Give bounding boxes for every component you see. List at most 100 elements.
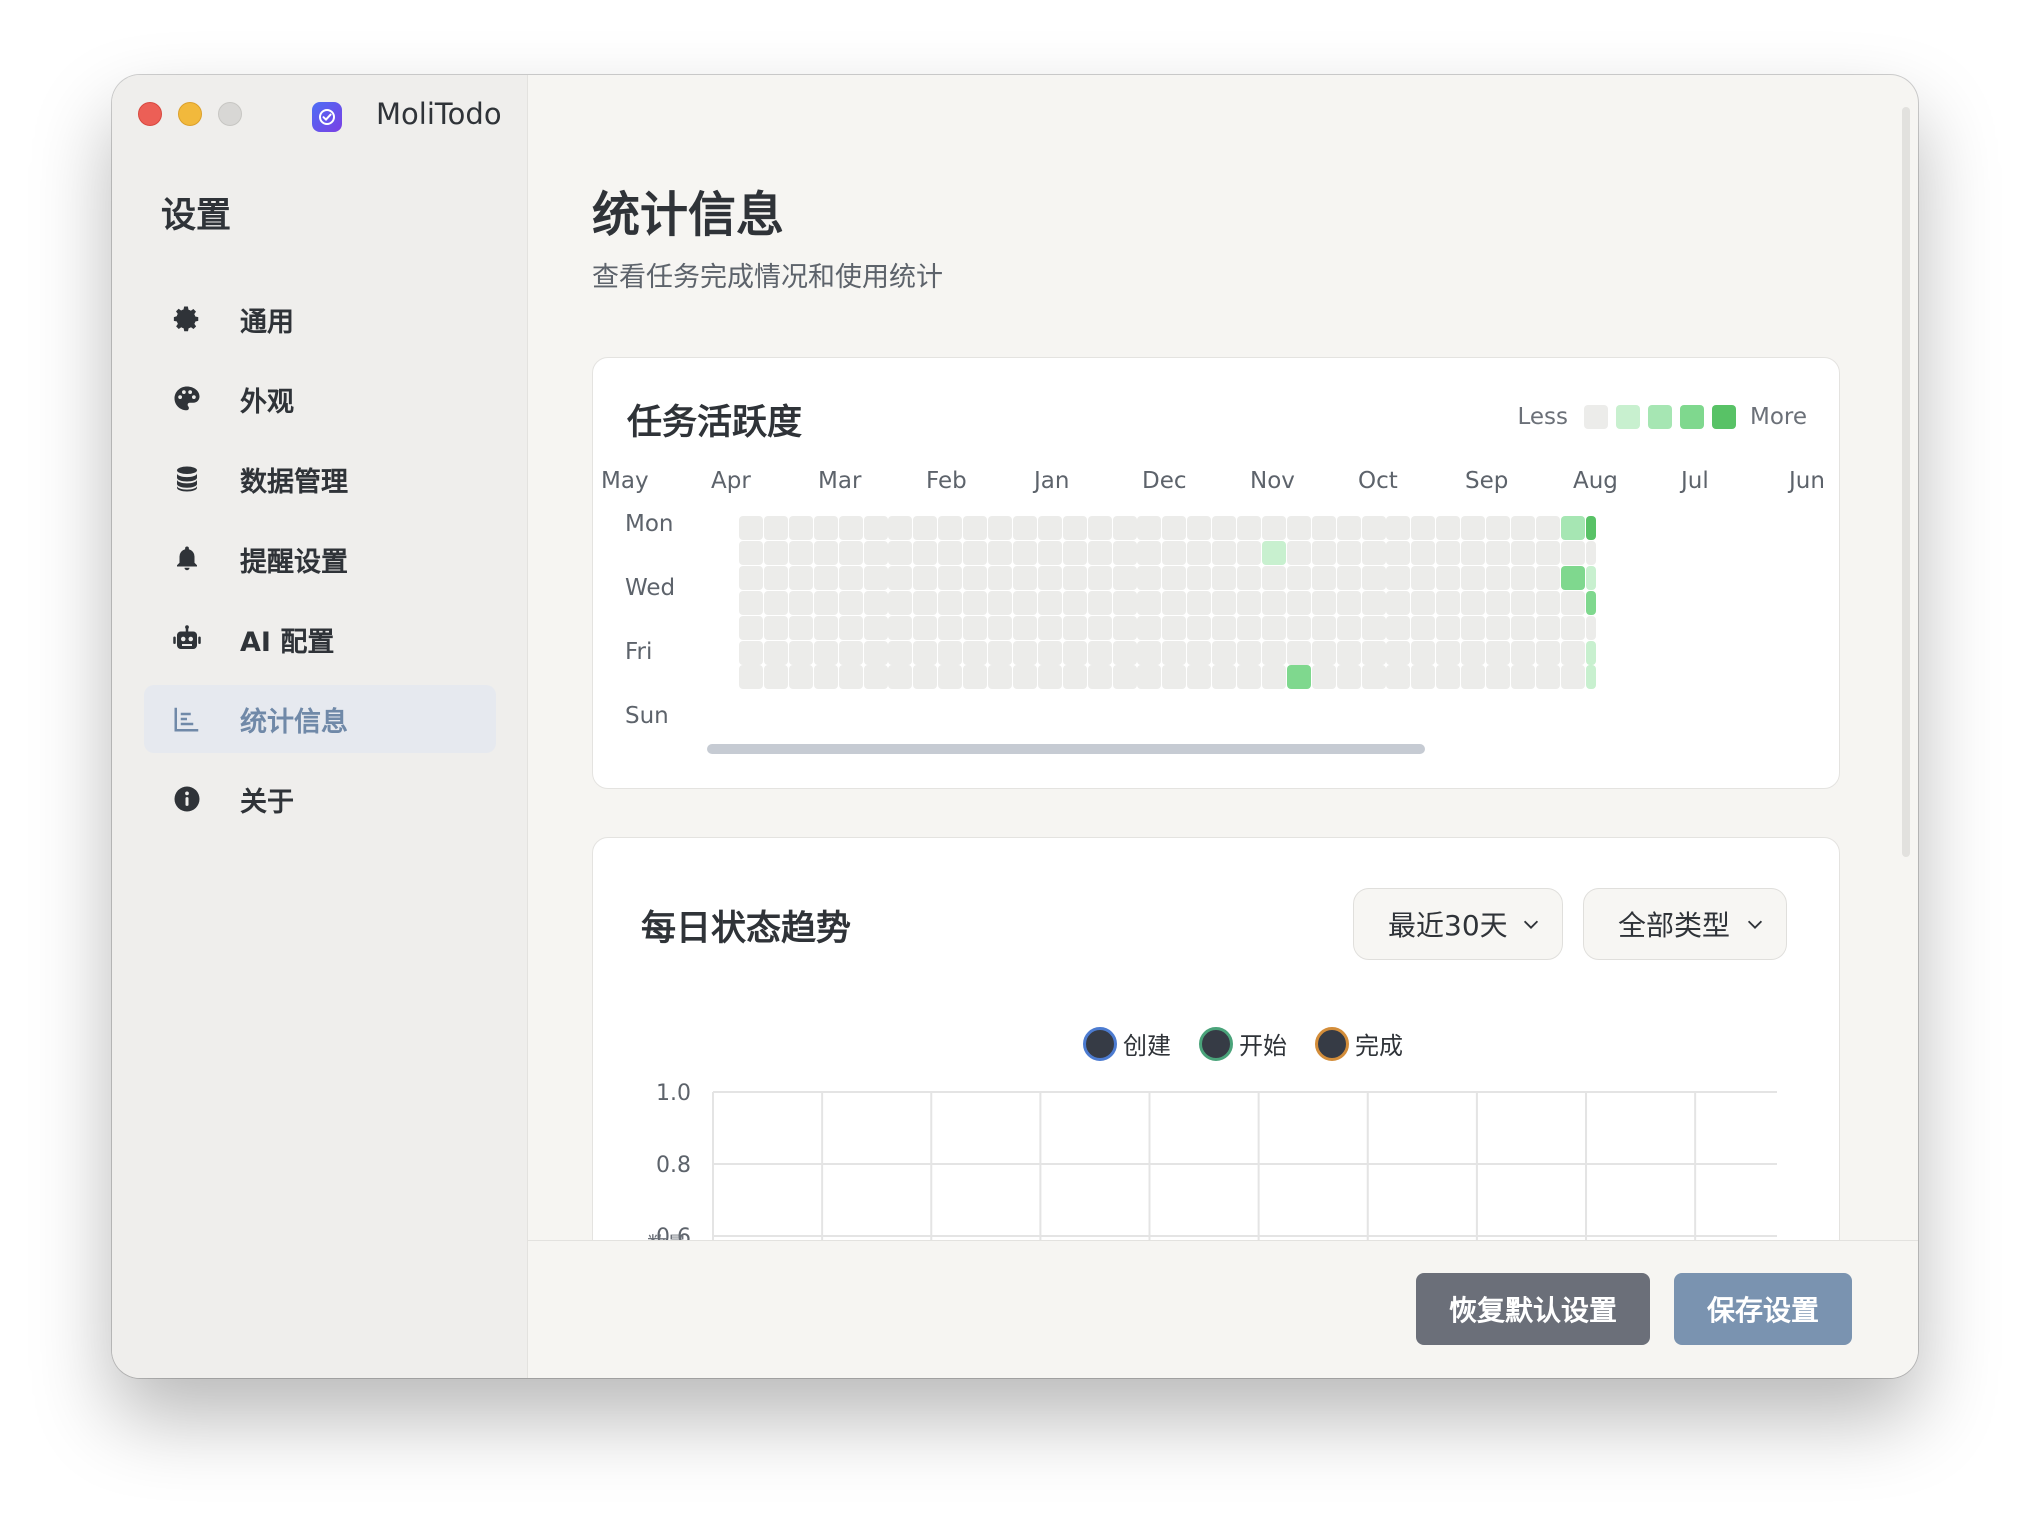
heatmap-cell[interactable] <box>863 665 888 690</box>
heatmap-cell[interactable] <box>1336 516 1361 540</box>
heatmap-cell[interactable] <box>788 565 813 590</box>
sidebar-item-appearance[interactable]: 外观 <box>144 365 496 433</box>
heatmap-cell[interactable] <box>938 615 963 640</box>
heatmap-cell[interactable] <box>1037 640 1062 665</box>
heatmap-cell[interactable] <box>863 590 888 615</box>
heatmap-cell[interactable] <box>1436 516 1461 540</box>
heatmap-cell[interactable] <box>1112 516 1137 540</box>
heatmap-cell[interactable] <box>1286 540 1311 565</box>
heatmap-cell[interactable] <box>913 665 938 690</box>
heatmap-cell[interactable] <box>1237 615 1261 640</box>
heatmap-cell[interactable] <box>1212 615 1237 640</box>
heatmap-cell[interactable] <box>1286 640 1311 665</box>
heatmap-cell[interactable] <box>1237 665 1261 690</box>
heatmap-cell[interactable] <box>888 516 913 540</box>
heatmap-cell[interactable] <box>1162 516 1187 540</box>
heatmap-cell[interactable] <box>988 565 1012 590</box>
heatmap-cell[interactable] <box>1486 565 1510 590</box>
sidebar-item-data[interactable]: 数据管理 <box>144 445 496 513</box>
heatmap-cell[interactable] <box>813 640 838 665</box>
heatmap-cell[interactable] <box>1510 665 1535 690</box>
heatmap-cell[interactable] <box>1535 540 1560 565</box>
sidebar-item-reminders[interactable]: 提醒设置 <box>144 525 496 593</box>
heatmap-cell[interactable] <box>1311 516 1336 540</box>
heatmap-cell[interactable] <box>1510 540 1535 565</box>
heatmap-cell[interactable] <box>1187 665 1212 690</box>
heatmap-cell[interactable] <box>1311 665 1336 690</box>
heatmap-cell[interactable] <box>1361 615 1386 640</box>
heatmap-cell[interactable] <box>1386 565 1411 590</box>
heatmap-cell[interactable] <box>1137 565 1162 590</box>
heatmap-cell[interactable] <box>863 640 888 665</box>
heatmap-cell[interactable] <box>1261 516 1286 540</box>
close-window-button[interactable] <box>138 102 162 126</box>
heatmap-cell[interactable] <box>1212 516 1237 540</box>
heatmap-cell[interactable] <box>1311 565 1336 590</box>
heatmap-cell[interactable] <box>1062 565 1087 590</box>
heatmap-cell[interactable] <box>1336 665 1361 690</box>
heatmap-cell[interactable] <box>1510 590 1535 615</box>
minimize-window-button[interactable] <box>178 102 202 126</box>
heatmap-cell[interactable] <box>1187 590 1212 615</box>
heatmap-cell[interactable] <box>1212 665 1237 690</box>
heatmap-cell[interactable] <box>1585 516 1596 540</box>
heatmap-cell[interactable] <box>1386 665 1411 690</box>
heatmap-cell[interactable] <box>1286 516 1311 540</box>
heatmap-cell[interactable] <box>739 565 763 590</box>
heatmap-cell[interactable] <box>1212 565 1237 590</box>
heatmap-cell[interactable] <box>1486 615 1510 640</box>
heatmap-cell[interactable] <box>988 516 1012 540</box>
heatmap-cell[interactable] <box>788 665 813 690</box>
heatmap-cell[interactable] <box>1560 590 1585 615</box>
heatmap-cell[interactable] <box>739 640 763 665</box>
heatmap-cell[interactable] <box>1237 540 1261 565</box>
heatmap-cell[interactable] <box>888 640 913 665</box>
heatmap-cell[interactable] <box>739 665 763 690</box>
heatmap-cell[interactable] <box>1461 540 1486 565</box>
sidebar-item-general[interactable]: 通用 <box>144 285 496 353</box>
heatmap-cell[interactable] <box>938 665 963 690</box>
heatmap-cell[interactable] <box>1336 590 1361 615</box>
heatmap-cell[interactable] <box>1087 516 1112 540</box>
heatmap-cell[interactable] <box>813 615 838 640</box>
zoom-window-button[interactable] <box>218 102 242 126</box>
heatmap-cell[interactable] <box>1087 590 1112 615</box>
heatmap-cell[interactable] <box>1461 615 1486 640</box>
heatmap-cell[interactable] <box>813 540 838 565</box>
heatmap-cell[interactable] <box>763 590 788 615</box>
heatmap-cell[interactable] <box>1560 516 1585 540</box>
heatmap-cell[interactable] <box>1535 665 1560 690</box>
heatmap-cell[interactable] <box>1286 590 1311 615</box>
heatmap-cell[interactable] <box>1386 640 1411 665</box>
heatmap-cell[interactable] <box>1012 540 1037 565</box>
heatmap-cell[interactable] <box>1585 565 1596 590</box>
heatmap-cell[interactable] <box>1087 640 1112 665</box>
heatmap-cell[interactable] <box>913 640 938 665</box>
heatmap-cell[interactable] <box>1510 516 1535 540</box>
heatmap-cell[interactable] <box>913 590 938 615</box>
heatmap-cell[interactable] <box>1486 665 1510 690</box>
heatmap-cell[interactable] <box>1361 640 1386 665</box>
heatmap-cell[interactable] <box>1336 540 1361 565</box>
heatmap-cell[interactable] <box>1486 640 1510 665</box>
heatmap-cell[interactable] <box>1361 590 1386 615</box>
heatmap-cell[interactable] <box>1411 665 1436 690</box>
heatmap-cell[interactable] <box>1137 590 1162 615</box>
heatmap-cell[interactable] <box>1311 540 1336 565</box>
heatmap-cell[interactable] <box>1087 540 1112 565</box>
heatmap-cell[interactable] <box>1112 615 1137 640</box>
heatmap-cell[interactable] <box>763 665 788 690</box>
heatmap-cell[interactable] <box>1087 565 1112 590</box>
heatmap-cell[interactable] <box>1012 640 1037 665</box>
heatmap-cell[interactable] <box>913 615 938 640</box>
heatmap-cell[interactable] <box>1261 590 1286 615</box>
heatmap-cell[interactable] <box>763 615 788 640</box>
heatmap-cell[interactable] <box>1087 615 1112 640</box>
heatmap-cell[interactable] <box>1062 615 1087 640</box>
heatmap-cell[interactable] <box>988 615 1012 640</box>
heatmap-cell[interactable] <box>1261 615 1286 640</box>
heatmap-cell[interactable] <box>788 540 813 565</box>
heatmap-cell[interactable] <box>1461 640 1486 665</box>
heatmap-cell[interactable] <box>1436 565 1461 590</box>
heatmap-cell[interactable] <box>838 615 863 640</box>
